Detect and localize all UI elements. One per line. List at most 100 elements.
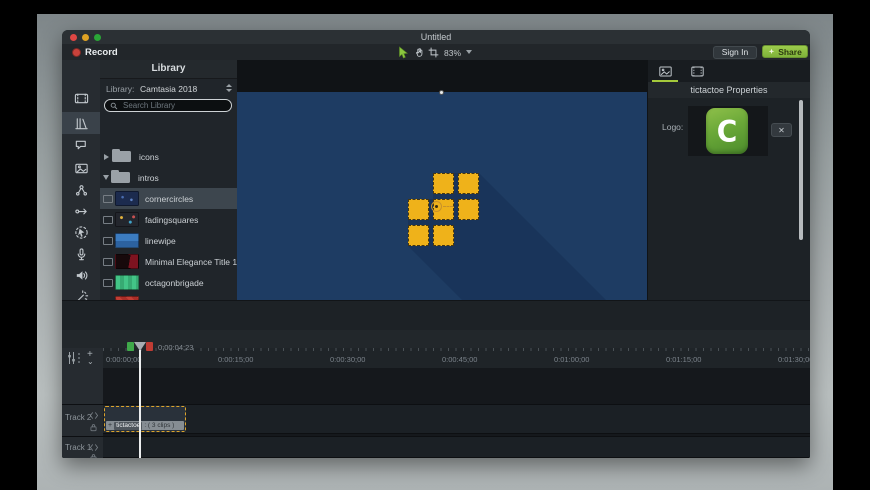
folder-icon [111, 169, 130, 183]
library-item-octagonbrigade[interactable]: octagonbrigade [100, 272, 237, 293]
library-item-fadingsquares[interactable]: fadingsquares [100, 209, 237, 230]
sidebar-item-media[interactable] [62, 87, 100, 109]
tab-media-properties[interactable] [684, 62, 710, 80]
crop-icon[interactable] [428, 47, 439, 58]
asset-thumbnail [115, 254, 139, 269]
timeline-clip-tictactoe[interactable]: + tictactoe : ( 3 clips ) [104, 406, 186, 432]
canvas-area [237, 60, 648, 330]
edit-cursor-icon[interactable] [398, 46, 409, 59]
playhead-time-label: 0:00:04;23 [158, 343, 194, 352]
properties-scrollbar[interactable] [799, 100, 803, 240]
remove-logo-button[interactable]: ✕ [771, 123, 792, 137]
ruler-label: 0:00:30;00 [330, 355, 366, 364]
yellow-square[interactable] [433, 225, 454, 246]
selection-out-marker[interactable] [146, 342, 153, 351]
sidebar-item-audio-effects[interactable] [62, 264, 100, 286]
timeline-track-area[interactable] [103, 368, 810, 458]
track-1-lock-icon[interactable] [89, 449, 99, 458]
sidebar-item-animations[interactable] [62, 200, 100, 222]
sidebar-item-cursor-effects[interactable] [62, 221, 100, 243]
track-2-name: Track 2 [65, 413, 92, 422]
clip-badge-icon [103, 194, 113, 203]
library-item-minimal-elegance[interactable]: Minimal Elegance Title 1 [100, 251, 237, 272]
cursor-position-marker-icon [431, 201, 442, 212]
film-tab-icon [690, 66, 704, 76]
clip-badge-icon [103, 257, 113, 266]
library-item-name: fadingsquares [145, 214, 199, 225]
library-select-value[interactable]: Camtasia 2018 [140, 84, 197, 94]
disclosure-expanded-icon[interactable] [103, 175, 109, 180]
sidebar-item-behaviors[interactable] [62, 179, 100, 201]
behaviors-icon [75, 184, 87, 196]
library-item-redtrianglescroll[interactable]: redtrianglescroll [100, 293, 237, 300]
library-item-linewipe[interactable]: linewipe [100, 230, 237, 251]
clip-label-bar: + tictactoe : ( 3 clips ) [106, 421, 184, 430]
properties-title: tictactoe Properties [648, 82, 810, 98]
window-title: Untitled [420, 32, 452, 42]
pan-hand-icon[interactable] [414, 47, 425, 58]
disclosure-collapsed-icon[interactable] [104, 153, 109, 160]
yellow-square[interactable] [458, 173, 479, 194]
track-1-lane[interactable] [103, 436, 810, 458]
sparkle-icon [768, 48, 775, 55]
resize-handle-top[interactable] [439, 90, 444, 95]
selection-in-marker[interactable] [127, 342, 134, 351]
track-1-toggle-icon[interactable] [89, 439, 99, 451]
library-item-cornercircles[interactable]: cornercircles [100, 188, 237, 209]
camtasia-logo[interactable]: C [706, 108, 748, 154]
library-select-stepper-icon[interactable] [226, 84, 232, 92]
track-2-lock-icon[interactable] [89, 419, 99, 432]
track-2-lane[interactable] [103, 404, 810, 434]
timeline-ruler[interactable]: 0:00:00;00 0:00:15;00 0:00:30;00 0:00:45… [103, 348, 810, 369]
camtasia-window: Untitled Record 83% Sign In Share Librar… [62, 30, 810, 458]
clip-badge-icon [103, 236, 113, 245]
collapse-tracks-button[interactable]: ⌄ [87, 357, 94, 366]
track-1-name: Track 1 [65, 443, 92, 452]
logo-letter: C [716, 113, 738, 149]
transitions-icon [74, 163, 88, 173]
logo-label: Logo: [662, 122, 684, 132]
canvas-zoom-level[interactable]: 83% [444, 48, 461, 58]
search-icon [110, 102, 118, 109]
library-item-name: icons [139, 151, 159, 162]
clip-expand-icon[interactable]: + [108, 421, 112, 430]
tab-visual-properties[interactable] [652, 62, 678, 80]
yellow-square[interactable] [408, 225, 429, 246]
zoom-dropdown-caret-icon[interactable] [466, 50, 472, 54]
share-button-label: Share [778, 46, 802, 57]
yellow-square[interactable] [433, 173, 454, 194]
sidebar-item-transitions[interactable] [62, 157, 100, 179]
ruler-label: 0:00:45;00 [442, 355, 478, 364]
ruler-label: 0:01:15;00 [666, 355, 702, 364]
properties-panel: tictactoe Properties Logo: C ✕ [648, 60, 810, 300]
animations-icon [74, 208, 87, 214]
media-icon [74, 93, 88, 103]
share-button[interactable]: Share [762, 45, 808, 58]
sidebar-item-annotations[interactable] [62, 134, 100, 156]
video-preview[interactable] [237, 92, 647, 327]
desktop: Untitled Record 83% Sign In Share Librar… [0, 0, 870, 490]
record-button[interactable]: Record [85, 47, 118, 58]
asset-thumbnail [115, 233, 139, 248]
sidebar-item-library[interactable] [62, 112, 100, 134]
library-search-input[interactable] [121, 100, 225, 111]
properties-tabs [648, 60, 810, 83]
tool-sidebar: More [62, 60, 101, 323]
asset-thumbnail [115, 212, 139, 227]
library-folder-icons[interactable]: icons [100, 146, 237, 167]
app-toolbar: Record 83% Sign In Share [62, 44, 810, 61]
mixer-icon[interactable] [67, 351, 76, 365]
ruler-label: 0:00:00;00 [106, 355, 142, 364]
sidebar-item-voice-narration[interactable] [62, 243, 100, 265]
playhead-line[interactable] [139, 350, 141, 458]
sign-in-button[interactable]: Sign In [713, 45, 757, 59]
speaker-icon [76, 270, 87, 280]
image-tab-icon [658, 66, 672, 76]
track-2-toggle-icon[interactable] [89, 407, 99, 419]
library-item-name: Minimal Elegance Title 1 [145, 256, 238, 267]
library-folder-intros[interactable]: intros [100, 167, 237, 188]
divider [62, 436, 103, 437]
yellow-square[interactable] [458, 199, 479, 220]
titlebar[interactable]: Untitled [62, 30, 810, 44]
yellow-square[interactable] [408, 199, 429, 220]
